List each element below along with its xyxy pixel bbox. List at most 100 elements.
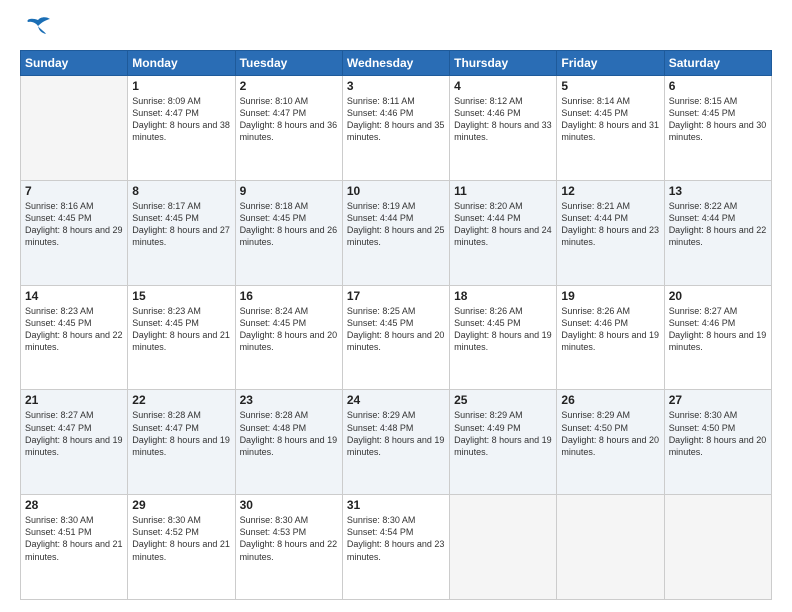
calendar-cell: 4 Sunrise: 8:12 AMSunset: 4:46 PMDaylight… [450,76,557,181]
cell-details: Sunrise: 8:26 AMSunset: 4:46 PMDaylight:… [561,305,659,354]
cell-details: Sunrise: 8:12 AMSunset: 4:46 PMDaylight:… [454,95,552,144]
calendar-cell: 5 Sunrise: 8:14 AMSunset: 4:45 PMDaylight… [557,76,664,181]
calendar-week-row: 7Sunrise: 8:16 AMSunset: 4:45 PMDaylight… [21,180,772,285]
day-number: 12 [561,184,659,198]
day-number: 5 [561,79,659,93]
day-number: 29 [132,498,230,512]
cell-details: Sunrise: 8:30 AMSunset: 4:50 PMDaylight:… [669,409,767,458]
day-number: 6 [669,79,767,93]
calendar-cell: 11 Sunrise: 8:20 AMSunset: 4:44 PMDayligh… [450,180,557,285]
day-number: 21 [25,393,123,407]
calendar-cell: 27 Sunrise: 8:30 AMSunset: 4:50 PMDayligh… [664,390,771,495]
day-number: 18 [454,289,552,303]
cell-details: Sunrise: 8:14 AMSunset: 4:45 PMDaylight:… [561,95,659,144]
calendar-cell [557,495,664,600]
cell-details: Sunrise: 8:30 AMSunset: 4:54 PMDaylight:… [347,514,445,563]
calendar-cell: 31 Sunrise: 8:30 AMSunset: 4:54 PMDayligh… [342,495,449,600]
calendar-cell: 9 Sunrise: 8:18 AMSunset: 4:45 PMDaylight… [235,180,342,285]
day-number: 9 [240,184,338,198]
day-number: 2 [240,79,338,93]
cell-details: Sunrise: 8:11 AMSunset: 4:46 PMDaylight:… [347,95,445,144]
day-number: 27 [669,393,767,407]
day-number: 13 [669,184,767,198]
calendar-cell: 20 Sunrise: 8:27 AMSunset: 4:46 PMDayligh… [664,285,771,390]
day-number: 3 [347,79,445,93]
calendar-cell: 16Sunrise: 8:24 AMSunset: 4:45 PMDayligh… [235,285,342,390]
cell-details: Sunrise: 8:23 AMSunset: 4:45 PMDaylight:… [25,305,123,354]
cell-details: Sunrise: 8:27 AMSunset: 4:47 PMDaylight:… [25,409,123,458]
day-number: 30 [240,498,338,512]
calendar-cell: 19 Sunrise: 8:26 AMSunset: 4:46 PMDayligh… [557,285,664,390]
calendar-table: SundayMondayTuesdayWednesdayThursdayFrid… [20,50,772,600]
day-number: 11 [454,184,552,198]
calendar-cell: 6 Sunrise: 8:15 AMSunset: 4:45 PMDaylight… [664,76,771,181]
day-header-sunday: Sunday [21,51,128,76]
calendar-week-row: 1Sunrise: 8:09 AMSunset: 4:47 PMDaylight… [21,76,772,181]
day-number: 10 [347,184,445,198]
cell-details: Sunrise: 8:19 AMSunset: 4:44 PMDaylight:… [347,200,445,249]
calendar-cell: 12 Sunrise: 8:21 AMSunset: 4:44 PMDayligh… [557,180,664,285]
day-number: 17 [347,289,445,303]
calendar-cell: 2 Sunrise: 8:10 AMSunset: 4:47 PMDaylight… [235,76,342,181]
calendar-cell: 10 Sunrise: 8:19 AMSunset: 4:44 PMDayligh… [342,180,449,285]
cell-details: Sunrise: 8:10 AMSunset: 4:47 PMDaylight:… [240,95,338,144]
cell-details: Sunrise: 8:27 AMSunset: 4:46 PMDaylight:… [669,305,767,354]
calendar-cell: 25 Sunrise: 8:29 AMSunset: 4:49 PMDayligh… [450,390,557,495]
cell-details: Sunrise: 8:29 AMSunset: 4:48 PMDaylight:… [347,409,445,458]
cell-details: Sunrise: 8:21 AMSunset: 4:44 PMDaylight:… [561,200,659,249]
calendar-cell: 30 Sunrise: 8:30 AMSunset: 4:53 PMDayligh… [235,495,342,600]
day-number: 19 [561,289,659,303]
day-number: 28 [25,498,123,512]
calendar-cell [664,495,771,600]
calendar-week-row: 28 Sunrise: 8:30 AMSunset: 4:51 PMDayligh… [21,495,772,600]
cell-details: Sunrise: 8:18 AMSunset: 4:45 PMDaylight:… [240,200,338,249]
cell-details: Sunrise: 8:30 AMSunset: 4:52 PMDaylight:… [132,514,230,563]
day-number: 14 [25,289,123,303]
day-number: 1 [132,79,230,93]
cell-details: Sunrise: 8:26 AMSunset: 4:45 PMDaylight:… [454,305,552,354]
cell-details: Sunrise: 8:24 AMSunset: 4:45 PMDaylight:… [240,305,338,354]
day-number: 31 [347,498,445,512]
calendar-cell: 15Sunrise: 8:23 AMSunset: 4:45 PMDayligh… [128,285,235,390]
day-number: 15 [132,289,230,303]
logo-bird-icon [24,16,52,44]
cell-details: Sunrise: 8:20 AMSunset: 4:44 PMDaylight:… [454,200,552,249]
logo [20,16,52,40]
cell-details: Sunrise: 8:15 AMSunset: 4:45 PMDaylight:… [669,95,767,144]
day-number: 20 [669,289,767,303]
calendar-cell: 29 Sunrise: 8:30 AMSunset: 4:52 PMDayligh… [128,495,235,600]
calendar-cell: 26Sunrise: 8:29 AMSunset: 4:50 PMDayligh… [557,390,664,495]
calendar-week-row: 21 Sunrise: 8:27 AMSunset: 4:47 PMDayligh… [21,390,772,495]
cell-details: Sunrise: 8:30 AMSunset: 4:51 PMDaylight:… [25,514,123,563]
day-header-saturday: Saturday [664,51,771,76]
calendar-cell: 7Sunrise: 8:16 AMSunset: 4:45 PMDaylight… [21,180,128,285]
day-number: 25 [454,393,552,407]
day-header-thursday: Thursday [450,51,557,76]
page-header [20,16,772,40]
calendar-cell: 28 Sunrise: 8:30 AMSunset: 4:51 PMDayligh… [21,495,128,600]
cell-details: Sunrise: 8:29 AMSunset: 4:50 PMDaylight:… [561,409,659,458]
calendar-cell [21,76,128,181]
cell-details: Sunrise: 8:30 AMSunset: 4:53 PMDaylight:… [240,514,338,563]
cell-details: Sunrise: 8:25 AMSunset: 4:45 PMDaylight:… [347,305,445,354]
day-number: 8 [132,184,230,198]
cell-details: Sunrise: 8:28 AMSunset: 4:48 PMDaylight:… [240,409,338,458]
calendar-cell: 17 Sunrise: 8:25 AMSunset: 4:45 PMDayligh… [342,285,449,390]
day-number: 24 [347,393,445,407]
calendar-week-row: 14 Sunrise: 8:23 AMSunset: 4:45 PMDayligh… [21,285,772,390]
calendar-cell: 21 Sunrise: 8:27 AMSunset: 4:47 PMDayligh… [21,390,128,495]
calendar-cell: 14 Sunrise: 8:23 AMSunset: 4:45 PMDayligh… [21,285,128,390]
calendar-cell: 13 Sunrise: 8:22 AMSunset: 4:44 PMDayligh… [664,180,771,285]
calendar-cell: 23Sunrise: 8:28 AMSunset: 4:48 PMDayligh… [235,390,342,495]
calendar-cell [450,495,557,600]
cell-details: Sunrise: 8:22 AMSunset: 4:44 PMDaylight:… [669,200,767,249]
day-number: 22 [132,393,230,407]
calendar-header-row: SundayMondayTuesdayWednesdayThursdayFrid… [21,51,772,76]
calendar-cell: 8Sunrise: 8:17 AMSunset: 4:45 PMDaylight… [128,180,235,285]
calendar-cell: 18 Sunrise: 8:26 AMSunset: 4:45 PMDayligh… [450,285,557,390]
calendar-cell: 22Sunrise: 8:28 AMSunset: 4:47 PMDayligh… [128,390,235,495]
cell-details: Sunrise: 8:29 AMSunset: 4:49 PMDaylight:… [454,409,552,458]
day-header-tuesday: Tuesday [235,51,342,76]
day-number: 4 [454,79,552,93]
calendar-cell: 1Sunrise: 8:09 AMSunset: 4:47 PMDaylight… [128,76,235,181]
